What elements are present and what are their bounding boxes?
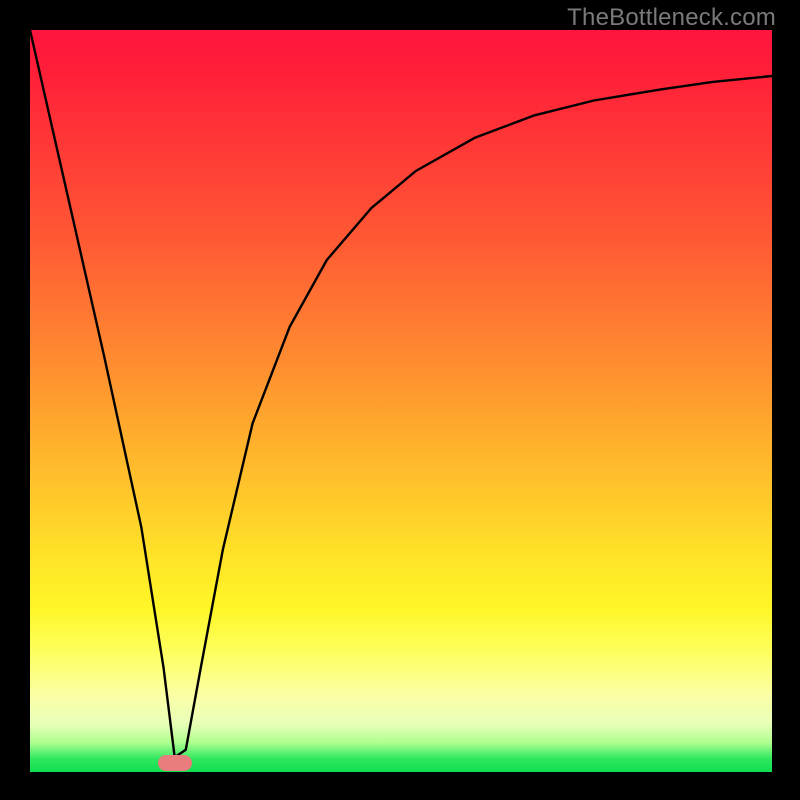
watermark-text: TheBottleneck.com [567, 4, 776, 32]
optimum-marker [158, 755, 192, 771]
chart-frame: TheBottleneck.com [0, 0, 800, 800]
bottleneck-curve [30, 30, 772, 757]
curve-layer [30, 30, 772, 772]
